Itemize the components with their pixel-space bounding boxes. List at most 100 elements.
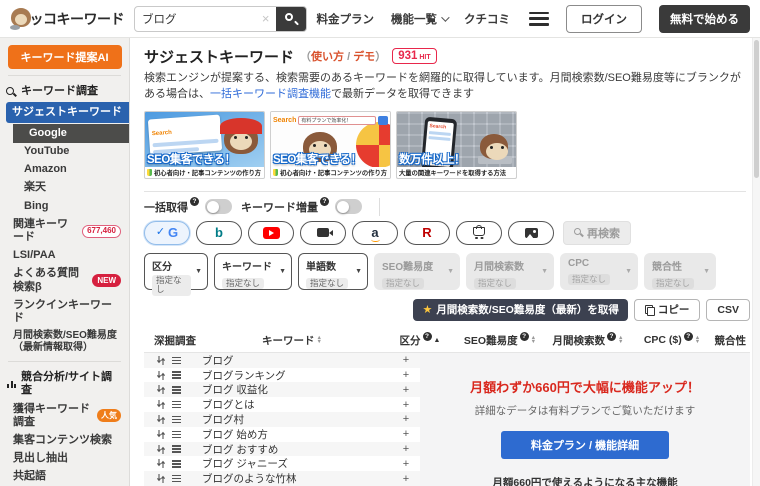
sidebar-item[interactable]: 獲得キーワード調査 人気 bbox=[0, 400, 129, 431]
banner-seo-article-guide[interactable]: Search SEO集客できる！ 初心者向け・記事コンテンツの作り方 bbox=[144, 110, 265, 179]
column-header[interactable]: 区分 ? ▲ bbox=[384, 331, 456, 348]
clear-icon[interactable]: × bbox=[256, 11, 276, 26]
usage-link[interactable]: 使い方 bbox=[311, 51, 344, 63]
add-category-icon[interactable]: + bbox=[392, 428, 420, 440]
column-header[interactable]: 競合性 bbox=[712, 333, 750, 348]
sidebar-item[interactable]: Amazon bbox=[0, 161, 129, 179]
column-header[interactable]: CPC ($) ? ▲ ▼ bbox=[632, 331, 712, 346]
engine-pill[interactable]: R bbox=[404, 220, 450, 245]
filter-dropdown[interactable]: キーワード 指定なし ▼ bbox=[214, 252, 292, 290]
pricing-plan-button[interactable]: 料金プラン / 機能詳細 bbox=[500, 430, 670, 459]
sidebar-item[interactable] bbox=[8, 75, 121, 76]
sidebar-item[interactable]: キーワード調査 bbox=[0, 80, 129, 101]
sidebar-item[interactable]: LSI/PAA bbox=[0, 247, 129, 265]
nav-item[interactable]: 料金プラン bbox=[317, 11, 375, 27]
engine-pill[interactable] bbox=[456, 220, 502, 245]
csv-button[interactable]: CSV bbox=[706, 298, 750, 321]
keyword-cell[interactable]: ブログ bbox=[190, 353, 392, 368]
column-header[interactable]: SEO難易度 ? ▲ ▼ bbox=[456, 331, 544, 348]
keyword-cell[interactable]: ブログ ジャニーズ bbox=[190, 456, 392, 471]
sidebar-item[interactable]: ランクインキーワード bbox=[0, 296, 129, 327]
sidebar-item[interactable] bbox=[8, 360, 121, 362]
keyword-ai-button[interactable]: キーワード提案AI bbox=[7, 45, 122, 69]
keyword-cell[interactable]: ブログ 収益化 bbox=[190, 382, 392, 397]
keyword-cell[interactable]: ブログとは bbox=[190, 397, 392, 412]
info-icon[interactable]: ? bbox=[320, 197, 329, 207]
engine-pill[interactable] bbox=[508, 220, 554, 245]
sidebar-item[interactable]: 月間検索数/SEO難易度 （最新情報取得） bbox=[0, 328, 129, 357]
keyword-cell[interactable]: ブログランキング bbox=[190, 368, 392, 383]
add-category-icon[interactable]: + bbox=[392, 458, 420, 470]
engine-pill[interactable] bbox=[248, 220, 294, 245]
bulk-research-link[interactable]: 一括キーワード調査機能 bbox=[210, 88, 331, 100]
deep-dive-icon[interactable] bbox=[156, 458, 172, 469]
filter-dropdown[interactable]: SEO難易度 指定なし ▼ bbox=[374, 252, 460, 290]
banner-seo-article-guide-2[interactable]: Search 有料プランで効率化！ SEO集客できる！ 初心者向け・記事コンテンツ… bbox=[270, 110, 391, 179]
sidebar-item[interactable]: よくある質問検索β NEW bbox=[0, 265, 129, 296]
deep-dive-icon[interactable] bbox=[156, 384, 172, 395]
add-category-icon[interactable]: + bbox=[392, 399, 420, 411]
sidebar-item[interactable]: Google bbox=[13, 124, 129, 143]
sidebar-item[interactable]: 競合分析/サイト調査 bbox=[0, 366, 129, 400]
keyword-cell[interactable]: ブログ 始め方 bbox=[190, 427, 392, 442]
keyword-cell[interactable]: ブログのような竹林 bbox=[190, 471, 392, 486]
nav-item[interactable]: 機能一覧 bbox=[391, 11, 450, 27]
info-icon[interactable]: ? bbox=[607, 331, 617, 341]
demo-link[interactable]: デモ bbox=[353, 51, 375, 63]
filter-dropdown[interactable]: 単語数 指定なし ▼ bbox=[298, 252, 368, 290]
sidebar-item[interactable]: YouTube bbox=[0, 143, 129, 161]
sidebar-item[interactable]: 共起語 bbox=[0, 468, 129, 486]
column-header[interactable]: 月間検索数 ? ▲ ▼ bbox=[544, 331, 632, 348]
add-category-icon[interactable]: + bbox=[392, 443, 420, 455]
nav-item[interactable]: クチコミ bbox=[464, 11, 510, 27]
filter-dropdown[interactable]: CPC 指定なし ▼ bbox=[560, 252, 638, 290]
deep-dive-icon[interactable] bbox=[156, 414, 172, 425]
add-category-icon[interactable]: + bbox=[392, 384, 420, 396]
add-category-icon[interactable]: + bbox=[392, 413, 420, 425]
deep-dive-icon[interactable] bbox=[156, 444, 172, 455]
toggle-switch[interactable] bbox=[335, 199, 362, 215]
engine-pill[interactable] bbox=[300, 220, 346, 245]
signup-button[interactable]: 無料で始める bbox=[659, 4, 750, 33]
add-category-icon[interactable]: + bbox=[392, 354, 420, 366]
column-header[interactable]: キーワード ▲ ▼ bbox=[200, 333, 384, 348]
engine-pill[interactable]: a bbox=[352, 220, 398, 245]
sidebar-item[interactable]: Bing bbox=[0, 197, 129, 215]
deep-dive-icon[interactable] bbox=[156, 399, 172, 410]
sidebar-item[interactable]: 見出し抽出 bbox=[0, 450, 129, 468]
login-button[interactable]: ログイン bbox=[566, 4, 642, 33]
search-button[interactable] bbox=[275, 6, 306, 31]
logo[interactable]: ラッコキーワード bbox=[10, 7, 125, 30]
column-header[interactable]: 深掘調査 bbox=[144, 333, 200, 348]
keyword-cell[interactable]: ブログ村 bbox=[190, 412, 392, 427]
info-icon[interactable]: ? bbox=[190, 197, 199, 207]
sidebar-item[interactable]: 楽天 bbox=[0, 179, 129, 197]
info-icon[interactable]: ? bbox=[422, 331, 432, 341]
filter-dropdown[interactable]: 競合性 指定なし ▼ bbox=[644, 252, 716, 290]
add-category-icon[interactable]: + bbox=[392, 369, 420, 381]
sidebar-item[interactable]: 関連キーワード 677,460 bbox=[0, 215, 129, 246]
toggle-switch[interactable] bbox=[205, 199, 232, 215]
copy-button[interactable]: コピー bbox=[633, 298, 701, 321]
deep-dive-icon[interactable] bbox=[156, 370, 172, 381]
keyword-cell[interactable]: ブログ おすすめ bbox=[190, 442, 392, 457]
sidebar-item[interactable]: サジェストキーワード bbox=[6, 102, 129, 124]
info-icon[interactable]: ? bbox=[519, 331, 529, 341]
search-input[interactable] bbox=[135, 12, 256, 25]
filter-dropdown[interactable]: 区分 指定なし ▼ bbox=[144, 252, 208, 296]
scrollbar-thumb[interactable] bbox=[754, 40, 759, 178]
filter-dropdown[interactable]: 月間検索数 指定なし ▼ bbox=[466, 252, 554, 290]
deep-dive-icon[interactable] bbox=[156, 429, 172, 440]
info-icon[interactable]: ? bbox=[683, 331, 693, 341]
engine-pill[interactable]: ✓ G bbox=[144, 220, 190, 245]
engine-pill[interactable]: b bbox=[196, 220, 242, 245]
banner-bulk-keywords[interactable]: Search 数万件以上！ 大量の関連キーワードを取得する方法 bbox=[396, 110, 517, 179]
page-scrollbar[interactable] bbox=[752, 38, 760, 486]
sidebar-item[interactable]: 集客コンテンツ検索 bbox=[0, 431, 129, 449]
fetch-latest-button[interactable]: ★ 月間検索数/SEO難易度（最新）を取得 bbox=[413, 298, 628, 321]
hamburger-menu-icon[interactable] bbox=[529, 11, 549, 26]
deep-dive-icon[interactable] bbox=[156, 355, 172, 366]
add-category-icon[interactable]: + bbox=[392, 473, 420, 485]
research-button[interactable]: 再検索 bbox=[563, 220, 631, 245]
deep-dive-icon[interactable] bbox=[156, 473, 172, 484]
